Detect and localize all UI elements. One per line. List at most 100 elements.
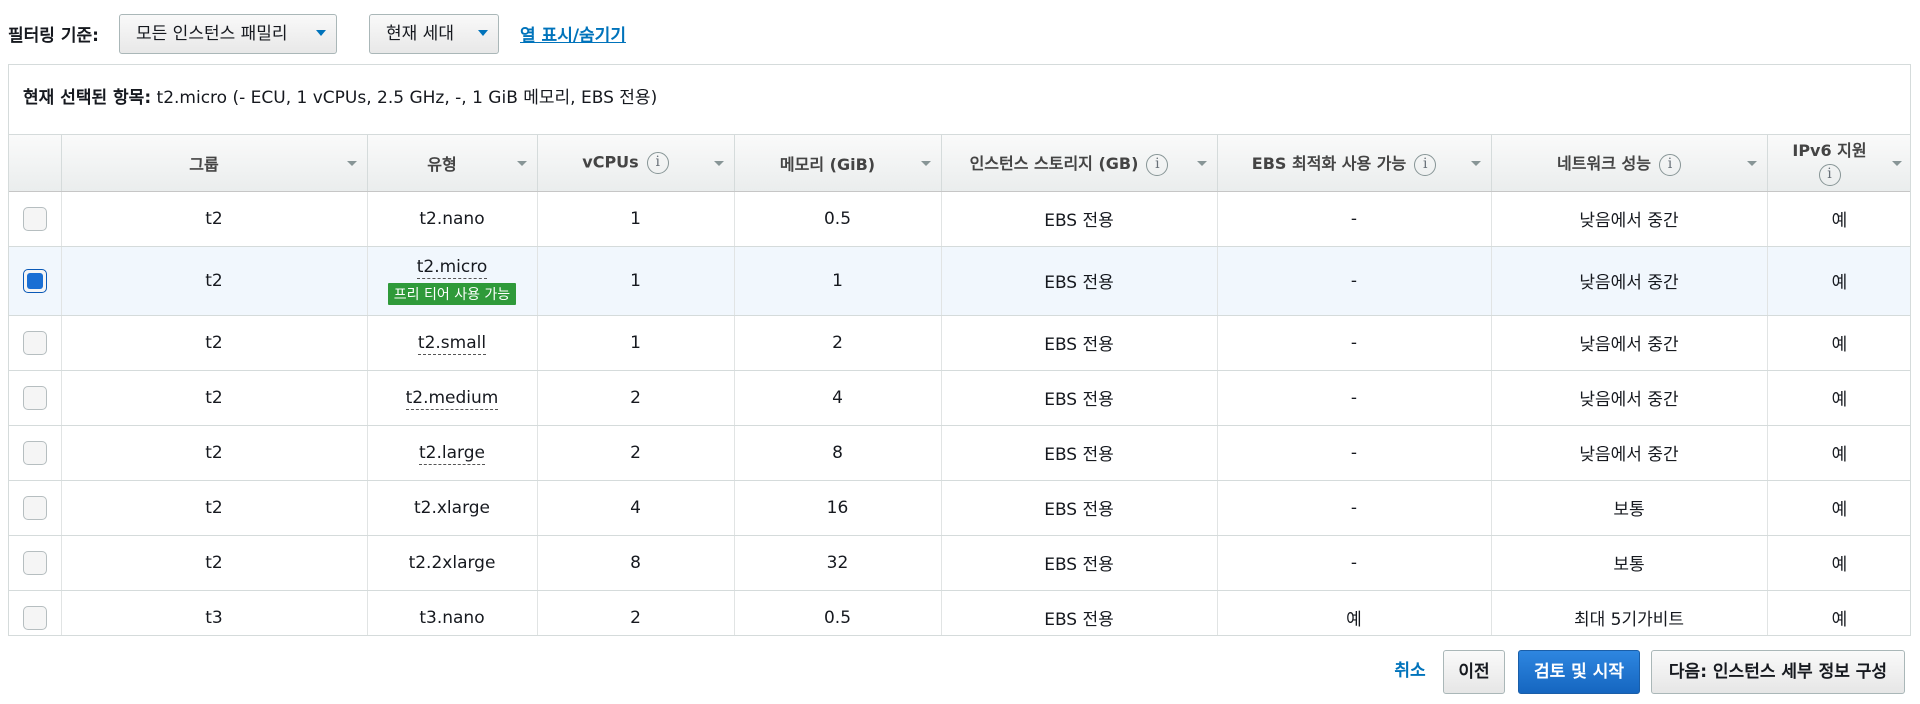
instance-type-link[interactable]: t2.large	[419, 442, 485, 465]
cell-ipv6: 예	[1767, 370, 1910, 426]
info-icon[interactable]: i	[1414, 153, 1437, 176]
review-and-launch-button[interactable]: 검토 및 시작	[1518, 650, 1640, 694]
selected-instance-info: 현재 선택된 항목: t2.micro (- ECU, 1 vCPUs, 2.5…	[9, 65, 1910, 135]
header-ebs-label: EBS 최적화 사용 가능	[1251, 154, 1407, 173]
table-row[interactable]: t3 t3.nano 2 0.5 EBS 전용 예 최대 5기가비트 예	[9, 590, 1910, 635]
table-header-row: 그룹 유형 vCPUs i 메모리 (GiB) 인스턴스 스토리지 (GB) i E…	[9, 135, 1910, 192]
cell-network: 낮음에서 중간	[1491, 370, 1768, 426]
instance-type-table: 그룹 유형 vCPUs i 메모리 (GiB) 인스턴스 스토리지 (GB) i E…	[9, 135, 1910, 635]
row-checkbox[interactable]	[22, 440, 47, 465]
row-checkbox[interactable]	[22, 385, 47, 410]
row-checkbox[interactable]	[22, 605, 47, 630]
row-select-cell	[9, 315, 62, 371]
header-ebs-optimized[interactable]: EBS 최적화 사용 가능 i	[1217, 135, 1492, 192]
cell-network: 낮음에서 중간	[1491, 246, 1768, 316]
sort-icon	[713, 161, 724, 166]
cell-vcpus: 2	[537, 370, 735, 426]
cell-ebs-optimized: 예	[1217, 590, 1492, 635]
header-group[interactable]: 그룹	[61, 135, 368, 192]
cell-storage: EBS 전용	[941, 425, 1218, 481]
cell-ebs-optimized: -	[1217, 370, 1492, 426]
row-select-cell	[9, 370, 62, 426]
instance-family-select[interactable]: 모든 인스턴스 패밀리	[119, 14, 337, 54]
cell-group: t2	[61, 535, 368, 591]
header-vcpus[interactable]: vCPUs i	[537, 135, 735, 192]
row-checkbox[interactable]	[22, 268, 47, 293]
instance-type-text: t2.xlarge	[413, 497, 491, 518]
header-ipv6-label: IPv6 지원	[1792, 140, 1867, 160]
sort-icon	[1891, 161, 1902, 166]
cell-type: t2.xlarge	[367, 480, 538, 536]
instance-type-text: t2.nano	[419, 208, 485, 229]
instance-type-link[interactable]: t2.small	[417, 332, 487, 355]
row-checkbox[interactable]	[22, 206, 47, 231]
cell-ebs-optimized: -	[1217, 480, 1492, 536]
cell-memory: 16	[734, 480, 942, 536]
cell-ipv6: 예	[1767, 191, 1910, 247]
cell-group: t2	[61, 315, 368, 371]
table-row[interactable]: t2 t2.medium 2 4 EBS 전용 - 낮음에서 중간 예	[9, 370, 1910, 426]
cell-storage: EBS 전용	[941, 315, 1218, 371]
cell-group: t2	[61, 246, 368, 316]
previous-button[interactable]: 이전	[1443, 650, 1505, 694]
row-select-cell	[9, 246, 62, 316]
header-type-label: 유형	[427, 154, 457, 174]
cell-storage: EBS 전용	[941, 191, 1218, 247]
instance-type-link[interactable]: t2.micro	[416, 257, 488, 279]
table-row[interactable]: t2 t2.small 1 2 EBS 전용 - 낮음에서 중간 예	[9, 315, 1910, 371]
header-type[interactable]: 유형	[367, 135, 538, 192]
table-row[interactable]: t2 t2.nano 1 0.5 EBS 전용 - 낮음에서 중간 예	[9, 191, 1910, 247]
generation-select-value: 현재 세대	[386, 24, 454, 44]
cell-ipv6: 예	[1767, 480, 1910, 536]
info-icon[interactable]: i	[1146, 153, 1169, 176]
header-memory[interactable]: 메모리 (GiB)	[734, 135, 942, 192]
generation-select[interactable]: 현재 세대	[369, 14, 499, 54]
cell-network: 보통	[1491, 480, 1768, 536]
instance-type-link[interactable]: t2.medium	[405, 387, 499, 410]
cell-vcpus: 1	[537, 315, 735, 371]
next-configure-instance-button[interactable]: 다음: 인스턴스 세부 정보 구성	[1651, 650, 1905, 694]
row-select-cell	[9, 191, 62, 247]
cell-network: 낮음에서 중간	[1491, 191, 1768, 247]
instance-type-panel: 현재 선택된 항목: t2.micro (- ECU, 1 vCPUs, 2.5…	[8, 64, 1911, 636]
cell-network: 최대 5기가비트	[1491, 590, 1768, 635]
header-select-column	[9, 135, 62, 192]
row-checkbox[interactable]	[22, 550, 47, 575]
cell-vcpus: 1	[537, 191, 735, 247]
cancel-button[interactable]: 취소	[1380, 650, 1440, 694]
header-ipv6[interactable]: IPv6 지원 i	[1767, 135, 1910, 192]
header-storage-label: 인스턴스 스토리지 (GB)	[969, 154, 1139, 173]
row-select-cell	[9, 535, 62, 591]
sort-icon	[1470, 161, 1481, 166]
cell-ebs-optimized: -	[1217, 535, 1492, 591]
instance-type-text: t3.nano	[419, 607, 485, 628]
table-row[interactable]: t2 t2.xlarge 4 16 EBS 전용 - 보통 예	[9, 480, 1910, 536]
row-select-cell	[9, 425, 62, 481]
sort-icon	[516, 161, 527, 166]
table-row[interactable]: t2 t2.micro 프리 티어 사용 가능 1 1 EBS 전용 - 낮음에…	[9, 246, 1910, 316]
cell-network: 보통	[1491, 535, 1768, 591]
cell-ipv6: 예	[1767, 535, 1910, 591]
cell-type: t2.small	[367, 315, 538, 371]
type-stack: t2.micro 프리 티어 사용 가능	[387, 257, 517, 305]
info-icon[interactable]: i	[1818, 164, 1841, 187]
filter-bar: 필터링 기준: 모든 인스턴스 패밀리 현재 세대 열 표시/숨기기	[0, 0, 1920, 66]
instance-family-select-value: 모든 인스턴스 패밀리	[136, 24, 288, 44]
header-network[interactable]: 네트워크 성능 i	[1491, 135, 1768, 192]
chevron-down-icon	[316, 30, 326, 36]
info-icon[interactable]: i	[646, 151, 669, 174]
sort-icon	[1746, 161, 1757, 166]
table-row[interactable]: t2 t2.large 2 8 EBS 전용 - 낮음에서 중간 예	[9, 425, 1910, 481]
cell-memory: 4	[734, 370, 942, 426]
cell-ipv6: 예	[1767, 246, 1910, 316]
header-storage[interactable]: 인스턴스 스토리지 (GB) i	[941, 135, 1218, 192]
row-checkbox[interactable]	[22, 495, 47, 520]
info-icon[interactable]: i	[1658, 153, 1681, 176]
cell-type: t2.medium	[367, 370, 538, 426]
cell-ebs-optimized: -	[1217, 425, 1492, 481]
cell-storage: EBS 전용	[941, 590, 1218, 635]
header-group-label: 그룹	[189, 154, 219, 174]
toggle-columns-link[interactable]: 열 표시/숨기기	[520, 21, 626, 46]
row-checkbox[interactable]	[22, 330, 47, 355]
table-row[interactable]: t2 t2.2xlarge 8 32 EBS 전용 - 보통 예	[9, 535, 1910, 591]
